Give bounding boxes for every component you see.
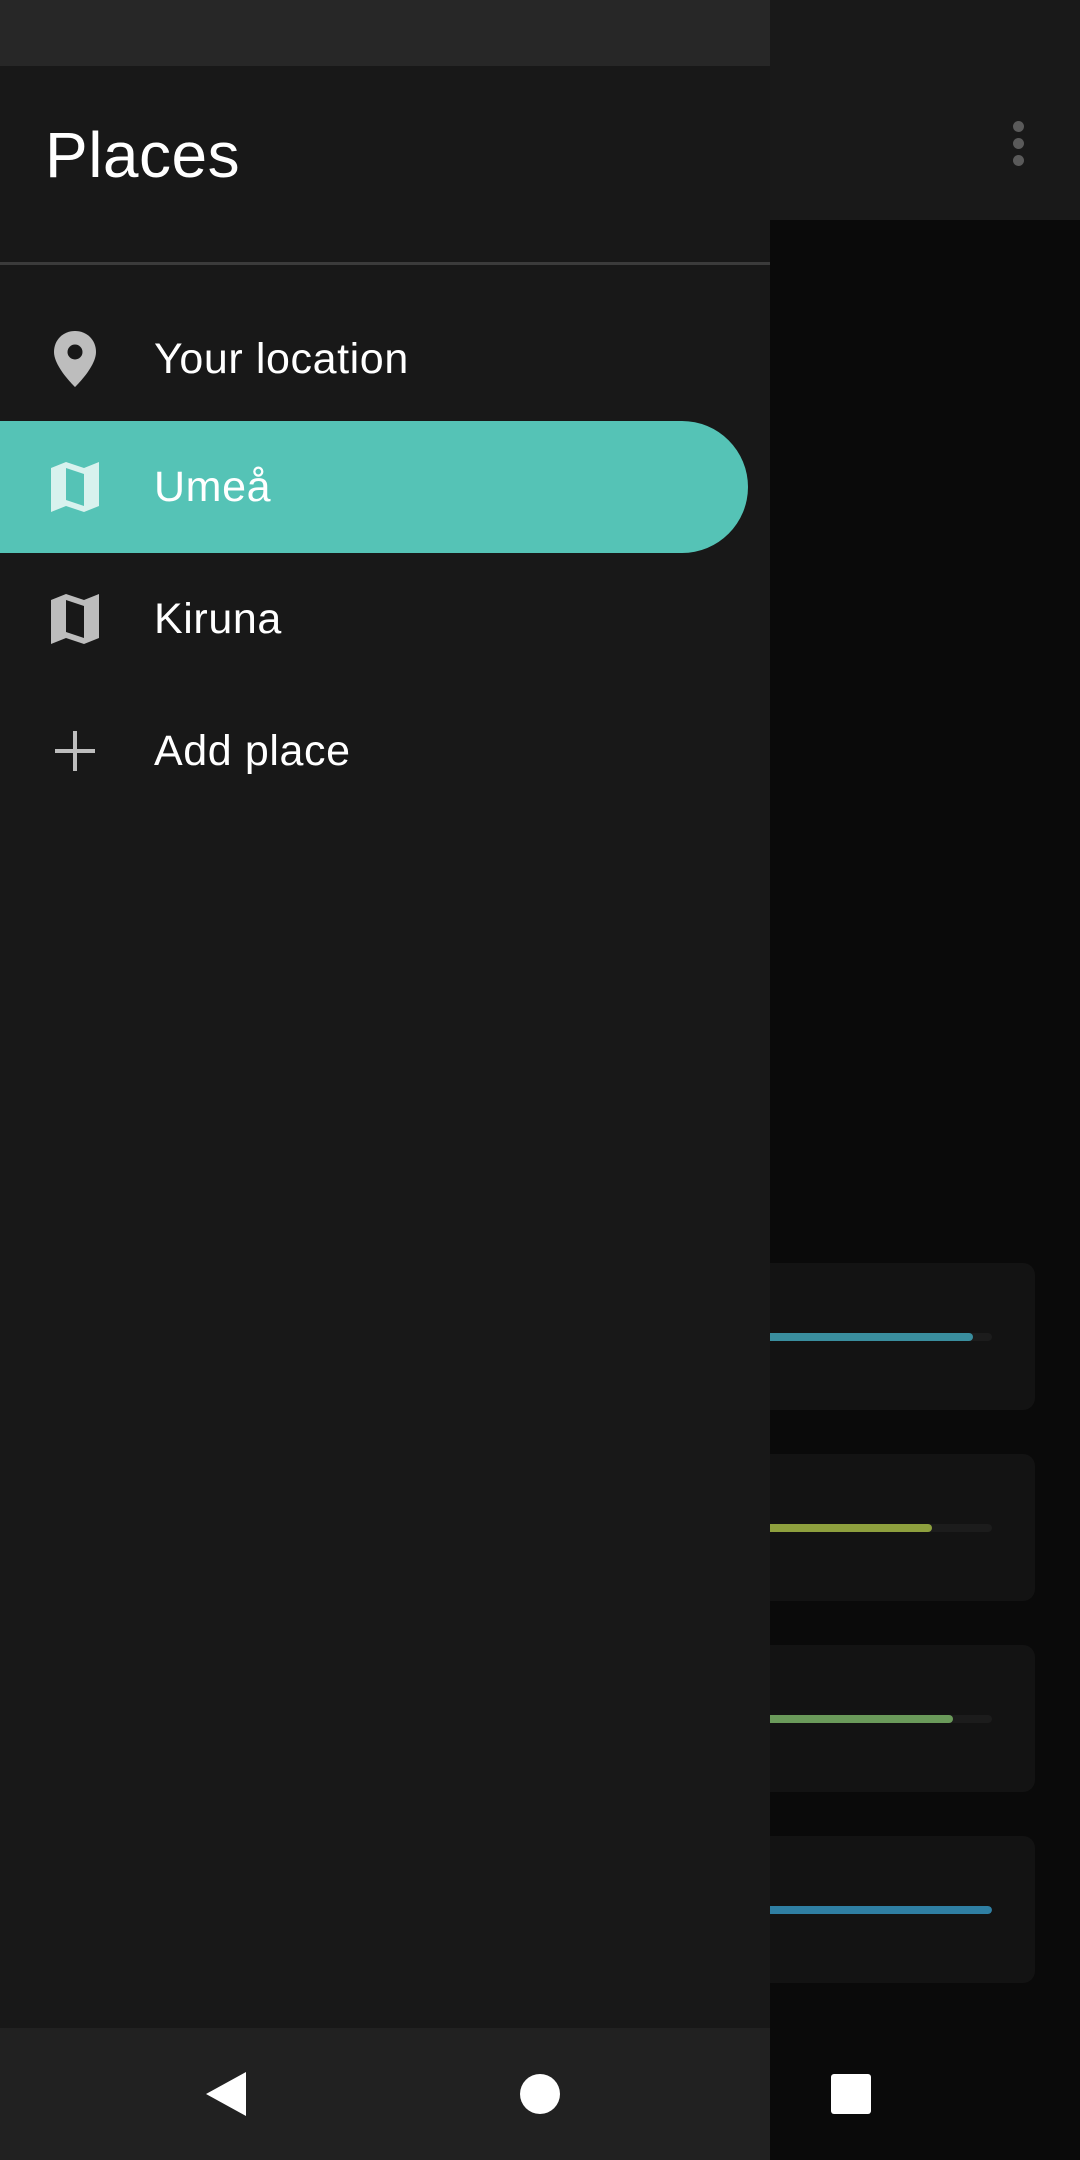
progress-track: [760, 1524, 992, 1532]
progress-fill: [760, 1524, 932, 1532]
plus-icon: [45, 721, 105, 781]
home-circle-icon[interactable]: [474, 2028, 606, 2160]
nav-item-label: Your location: [154, 335, 409, 383]
map-icon: [45, 589, 105, 649]
nav-item-add-place[interactable]: Add place: [0, 685, 748, 817]
screen: Places Your location Umeå Kiruna Add pla…: [0, 0, 1080, 2160]
progress-fill: [760, 1906, 992, 1914]
system-navigation-bar: [0, 2028, 1080, 2160]
nav-item-kiruna[interactable]: Kiruna: [0, 553, 748, 685]
progress-track: [760, 1715, 992, 1723]
progress-fill: [760, 1715, 953, 1723]
nav-item-your-location[interactable]: Your location: [0, 293, 748, 425]
overflow-menu-icon[interactable]: [990, 110, 1046, 176]
location-pin-icon: [45, 329, 105, 389]
drawer-title: Places: [45, 119, 241, 191]
nav-item-label: Kiruna: [154, 595, 282, 643]
system-navigation-bar-drawer-part: [0, 2028, 770, 2160]
map-icon: [45, 457, 105, 517]
nav-item-label: Add place: [154, 727, 351, 775]
drawer-divider: [0, 262, 770, 265]
progress-track: [760, 1906, 992, 1914]
progress-track: [760, 1333, 992, 1341]
navigation-drawer: Places Your location Umeå Kiruna Add pla…: [0, 66, 770, 2028]
nav-item-label: Umeå: [154, 463, 272, 511]
back-triangle-icon[interactable]: [160, 2028, 292, 2160]
recents-square-icon[interactable]: [785, 2028, 917, 2160]
progress-fill: [760, 1333, 974, 1341]
nav-item-umea[interactable]: Umeå: [0, 421, 748, 553]
status-bar: [0, 0, 770, 66]
